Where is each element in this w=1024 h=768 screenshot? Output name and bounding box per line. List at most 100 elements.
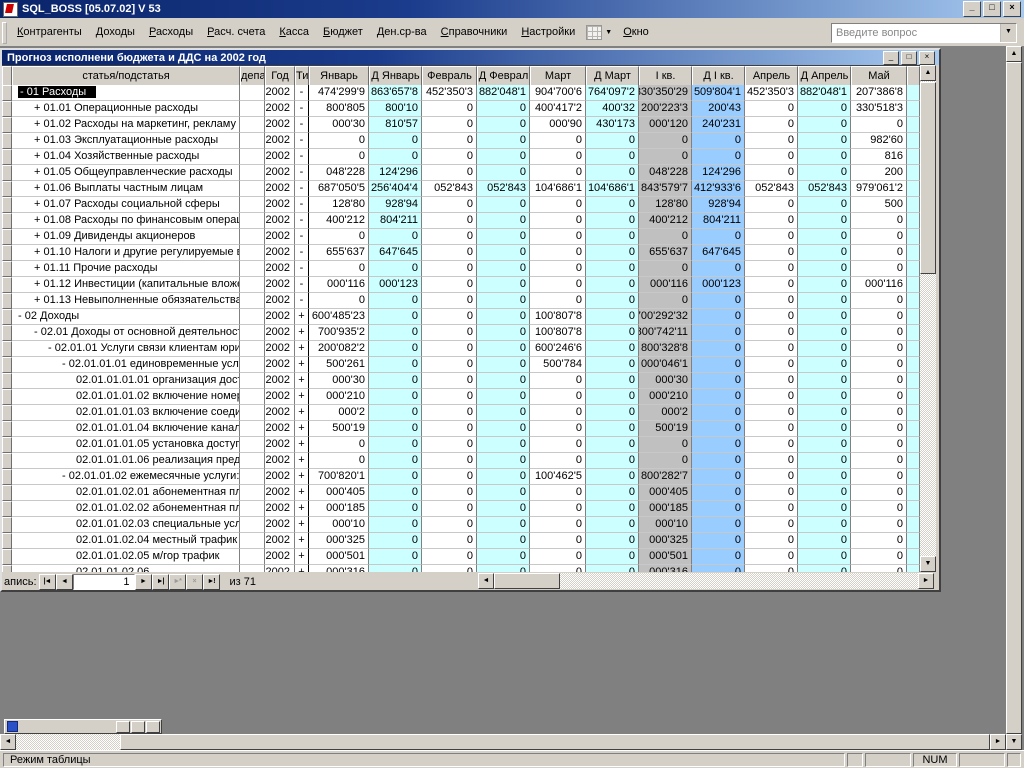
grid-vertical-scrollbar[interactable]: ▲ ▼ [920,65,936,572]
cell-value[interactable]: 0 [692,357,745,373]
row-selector[interactable] [2,149,12,165]
cell-value[interactable]: 0 [692,309,745,325]
column-header[interactable]: Д Феврал [477,66,530,86]
cell-statya[interactable]: 02.01.01.02.04 местный трафик [12,533,240,549]
cell-year[interactable]: 2002 [265,533,295,549]
cell-value[interactable]: 0 [586,357,639,373]
cell-value[interactable]: 0 [692,421,745,437]
cell-value[interactable]: 1'046'000 [639,357,692,373]
cell-depart[interactable] [240,213,265,229]
cell-year[interactable]: 2002 [265,181,295,197]
cell-value[interactable]: 185'000 [639,501,692,517]
cell-statya[interactable]: 02.01.01.02.01 абонементная плат [12,485,240,501]
cell-value[interactable]: 0 [477,117,530,133]
column-header[interactable]: статья/подстатья [12,66,240,86]
cell-value[interactable]: 2'000 [639,405,692,421]
app-restore-button[interactable]: □ [983,1,1001,17]
cell-value[interactable]: 8'807'100 [530,325,586,341]
column-header-clipped[interactable] [907,66,920,86]
cell-value[interactable]: 0 [422,117,477,133]
cell-statya[interactable]: + 01.03 Эксплуатационные расходы [12,133,240,149]
table-row[interactable]: 02.01.01.01.04 включение каналов2002+19'… [2,421,936,437]
cell-statya[interactable]: + 01.11 Прочие расходы [12,261,240,277]
cell-value[interactable]: 0 [851,405,907,421]
cell-value[interactable]: 0 [586,421,639,437]
table-row[interactable]: 02.01.01.01.05 установка доступа2002+000… [2,437,936,453]
mdi-hscroll-track[interactable] [16,734,120,750]
cell-year[interactable]: 2002 [265,453,295,469]
cell-value[interactable]: 2'082'200 [309,341,369,357]
cell-value[interactable]: 1'820'700 [309,469,369,485]
cell-value[interactable]: 0 [369,149,422,165]
cell-value[interactable]: 0 [692,373,745,389]
cell-value[interactable]: 843'052 [798,181,851,197]
cell-value[interactable]: 0 [745,469,798,485]
cell-value[interactable]: 0 [530,389,586,405]
cell-value[interactable]: 6'246'600 [530,341,586,357]
cell-value[interactable]: 405'000 [309,485,369,501]
cell-value[interactable]: 316'000 [639,565,692,572]
cell-value[interactable]: 8'386'207 [851,85,907,101]
cell-value[interactable]: 0 [422,373,477,389]
cell-value[interactable]: 0 [422,309,477,325]
cell-value[interactable]: 0 [477,277,530,293]
cell-depart[interactable] [240,421,265,437]
cell-year[interactable]: 2002 [265,101,295,117]
cell-value[interactable]: 0 [477,229,530,245]
cell-value[interactable]: 0 [422,357,477,373]
cell-value[interactable]: 0 [309,293,369,309]
cell-value[interactable]: 0 [851,325,907,341]
cell-value[interactable]: 80'128 [309,197,369,213]
cell-clipped[interactable] [907,405,920,421]
menu-item-4[interactable]: Расч. счета [200,23,272,41]
cell-year[interactable]: 2002 [265,309,295,325]
cell-value[interactable]: 0 [477,133,530,149]
cell-value[interactable]: 10'000 [309,517,369,533]
grid-hscroll-thumb[interactable] [494,573,560,589]
cell-type[interactable]: - [295,85,309,101]
cell-value[interactable]: 0 [586,341,639,357]
cell-value[interactable]: 0 [745,229,798,245]
cell-year[interactable]: 2002 [265,373,295,389]
cell-value[interactable]: 0 [798,549,851,565]
cell-value[interactable]: 3'223'200 [639,101,692,117]
cell-value[interactable]: 0 [798,341,851,357]
cell-depart[interactable] [240,325,265,341]
cell-value[interactable]: 19'500 [639,421,692,437]
cell-value[interactable]: 0 [745,373,798,389]
child-restore-button[interactable]: □ [901,51,917,65]
cell-value[interactable]: 0 [798,101,851,117]
cell-value[interactable]: 0 [745,261,798,277]
row-selector[interactable] [2,533,12,549]
cell-clipped[interactable] [907,165,920,181]
cell-value[interactable]: 0 [798,373,851,389]
cell-value[interactable]: 325'000 [309,533,369,549]
cell-value[interactable]: 0 [586,293,639,309]
cell-value[interactable]: 645'647 [369,245,422,261]
column-header[interactable]: Д Апрель [798,66,851,86]
cell-value[interactable]: 0 [692,533,745,549]
column-header[interactable]: Год [265,66,295,86]
cell-value[interactable]: 0 [477,501,530,517]
cell-depart[interactable] [240,373,265,389]
cell-clipped[interactable] [907,309,920,325]
cell-year[interactable]: 2002 [265,293,295,309]
cell-type[interactable]: + [295,549,309,565]
cell-value[interactable]: 0 [798,405,851,421]
cell-value[interactable]: 211'804 [692,213,745,229]
cell-value[interactable]: 0 [422,293,477,309]
cell-type[interactable]: - [295,277,309,293]
row-selector[interactable] [2,453,12,469]
cell-value[interactable]: 0 [692,229,745,245]
cell-value[interactable]: 0 [477,437,530,453]
cell-value[interactable]: 0 [422,389,477,405]
table-row[interactable]: + 01.08 Расходы по финансовым операци:20… [2,213,936,229]
cell-value[interactable]: 0 [639,261,692,277]
table-row[interactable]: 02.01.01.01.06 реализация предог2002+000… [2,453,936,469]
cell-value[interactable]: 29'350'830 [639,85,692,101]
cell-year[interactable]: 2002 [265,485,295,501]
cell-value[interactable]: 7'282'800 [639,469,692,485]
table-row[interactable]: + 01.03 Эксплуатационные расходы2002-000… [2,133,936,149]
cell-value[interactable]: 0 [798,533,851,549]
cell-value[interactable]: 0 [851,485,907,501]
